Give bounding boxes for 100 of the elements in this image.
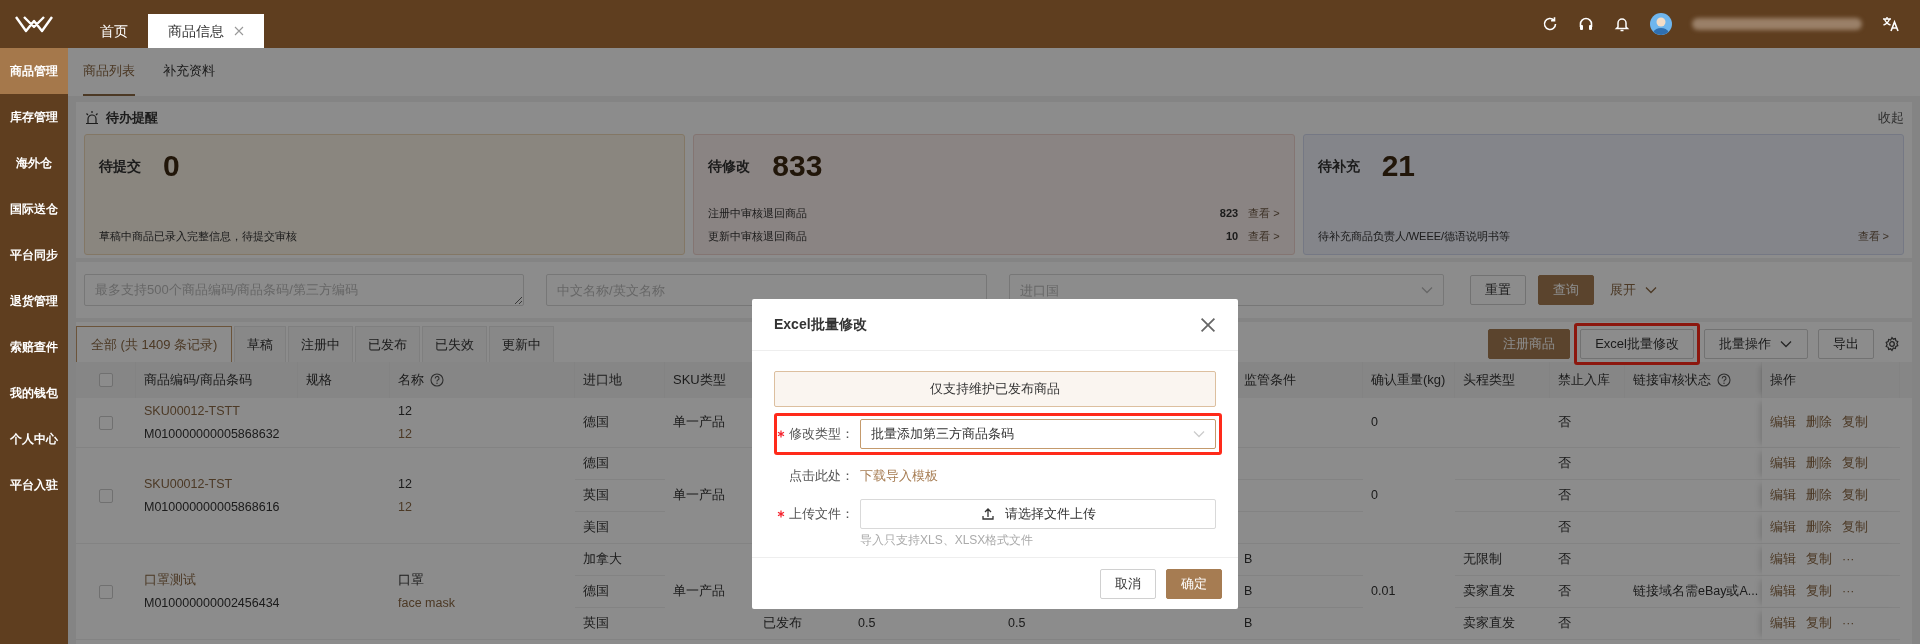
refresh-icon[interactable]	[1542, 16, 1558, 32]
table-cell-text: 英国	[583, 615, 609, 633]
checkbox[interactable]	[99, 415, 113, 430]
sidebar-item[interactable]: 平台同步	[0, 232, 68, 278]
action-link[interactable]: 复制	[1842, 413, 1868, 432]
action-link[interactable]: 编辑	[1770, 413, 1796, 432]
action-link[interactable]: 编辑	[1770, 518, 1796, 537]
status-tab[interactable]: 已发布	[355, 326, 421, 362]
card-label: 待提交	[99, 156, 141, 176]
action-button[interactable]: Excel批量修改	[1580, 329, 1694, 359]
product-code[interactable]: SKU00012-TSTT	[144, 401, 240, 421]
help-icon[interactable]	[430, 373, 444, 387]
line-count: 10	[1225, 228, 1239, 244]
table-cell-text: 否	[1558, 414, 1571, 432]
search-button[interactable]: 查询	[1538, 275, 1594, 305]
page-tab[interactable]: 首页	[80, 14, 148, 48]
logo[interactable]	[14, 15, 54, 33]
checkbox[interactable]	[99, 488, 113, 503]
action-button[interactable]: 注册商品	[1488, 329, 1571, 359]
type-select[interactable]: 批量添加第三方商品条码	[860, 419, 1216, 449]
action-button[interactable]: 导出	[1818, 329, 1874, 359]
sub-tab[interactable]: 商品列表	[83, 48, 135, 96]
status-tab[interactable]: 草稿	[234, 326, 287, 362]
action-link[interactable]: 复制	[1806, 550, 1832, 569]
settings-icon[interactable]	[1884, 336, 1900, 352]
sidebar-item[interactable]: 个人中心	[0, 416, 68, 462]
status-tab[interactable]: 更新中	[489, 326, 555, 362]
action-link[interactable]: 编辑	[1770, 454, 1796, 473]
action-button[interactable]: 批量操作	[1704, 329, 1808, 359]
column-header: 确认重量(kg)	[1371, 371, 1446, 390]
sidebar-item[interactable]: 商品管理	[0, 48, 68, 94]
action-link[interactable]: 编辑	[1770, 550, 1796, 569]
required-icon	[777, 430, 785, 438]
reset-button[interactable]: 重置	[1470, 275, 1526, 305]
download-link[interactable]: 下载导入模板	[860, 466, 938, 486]
translate-icon[interactable]	[1882, 16, 1900, 32]
action-link[interactable]: 复制	[1842, 518, 1868, 537]
sidebar-item[interactable]: 库存管理	[0, 94, 68, 140]
hint-text: 导入只支持XLS、XLSX格式文件	[859, 532, 1035, 549]
column-header: 名称	[398, 371, 424, 390]
checkbox[interactable]	[98, 373, 113, 387]
action-link[interactable]: 编辑	[1770, 582, 1796, 601]
headset-icon[interactable]	[1578, 16, 1594, 32]
upload-button[interactable]: 请选择文件上传	[860, 499, 1216, 529]
table-cell-text: 单一产品	[673, 487, 725, 505]
more-link[interactable]: ···	[1842, 614, 1855, 633]
action-link[interactable]: 复制	[1806, 614, 1832, 633]
table-cell-text: 美国	[583, 519, 609, 537]
sidebar-item[interactable]: 退货管理	[0, 278, 68, 324]
product-code[interactable]: 口罩测试	[144, 570, 196, 590]
barcode: M010000000005868616	[144, 498, 280, 516]
barcode: M010000000002456434	[144, 594, 280, 612]
close-button[interactable]	[1200, 316, 1216, 333]
checkbox[interactable]	[99, 584, 113, 599]
action-link[interactable]: 复制	[1842, 486, 1868, 505]
collapse-link[interactable]: 收起	[1878, 108, 1904, 128]
table-cell-text: 英国	[583, 487, 609, 505]
page-tab[interactable]: 商品信息	[148, 14, 264, 48]
more-link[interactable]: ···	[1842, 582, 1855, 601]
action-link[interactable]: 删除	[1806, 413, 1832, 432]
action-link[interactable]: 删除	[1806, 518, 1832, 537]
avatar[interactable]	[1650, 13, 1672, 35]
action-link[interactable]: 编辑	[1770, 614, 1796, 633]
action-link[interactable]: 删除	[1806, 454, 1832, 473]
dialog-button[interactable]: 确定	[1166, 568, 1222, 599]
close-icon[interactable]	[234, 26, 244, 36]
bell-icon[interactable]	[1614, 16, 1630, 32]
sidebar-item[interactable]: 索赔查件	[0, 324, 68, 370]
sidebar-item[interactable]: 国际送仓	[0, 186, 68, 232]
status-tab[interactable]: 已失效	[422, 326, 488, 362]
english-name: face mask	[398, 594, 455, 612]
help-icon[interactable]	[1717, 373, 1731, 387]
sidebar-item[interactable]: 我的钱包	[0, 370, 68, 416]
required-icon	[777, 510, 785, 518]
status-tab[interactable]: 注册中	[288, 326, 354, 362]
table-cell-text: 单一产品	[673, 414, 725, 432]
sidebar-item[interactable]: 平台入驻	[0, 462, 68, 508]
expand-toggle[interactable]: 展开	[1604, 279, 1664, 301]
action-link[interactable]: 编辑	[1770, 486, 1796, 505]
table-cell-text: 无限制	[1463, 551, 1502, 569]
product-code[interactable]: SKU00012-TST	[144, 474, 233, 494]
table-cell-text: 0.01	[1371, 583, 1396, 601]
sidebar-item[interactable]: 海外仓	[0, 140, 68, 186]
status-tab[interactable]: 全部 (共 1409 条记录)	[76, 326, 233, 362]
action-link[interactable]: 删除	[1806, 486, 1832, 505]
chevron-down-icon	[1420, 285, 1434, 295]
dialog-button[interactable]: 取消	[1100, 568, 1156, 599]
table-cell-text: 否	[1558, 487, 1571, 505]
view-link[interactable]: 查看 >	[1248, 205, 1280, 222]
field-label: 点击此处：	[789, 467, 854, 486]
more-link[interactable]: ···	[1842, 550, 1855, 569]
line-count: 823	[1219, 206, 1239, 221]
action-link[interactable]: 复制	[1842, 454, 1868, 473]
action-link[interactable]: 复制	[1806, 582, 1832, 601]
card-count: 21	[1381, 151, 1416, 181]
column-header: 禁止入库	[1558, 371, 1610, 390]
sub-tab[interactable]: 补充资料	[163, 48, 215, 96]
view-link[interactable]: 查看 >	[1248, 227, 1280, 244]
card-text: 草稿中商品已录入完整信息，待提交审核	[99, 228, 297, 244]
view-link[interactable]: 查看 >	[1857, 227, 1889, 244]
